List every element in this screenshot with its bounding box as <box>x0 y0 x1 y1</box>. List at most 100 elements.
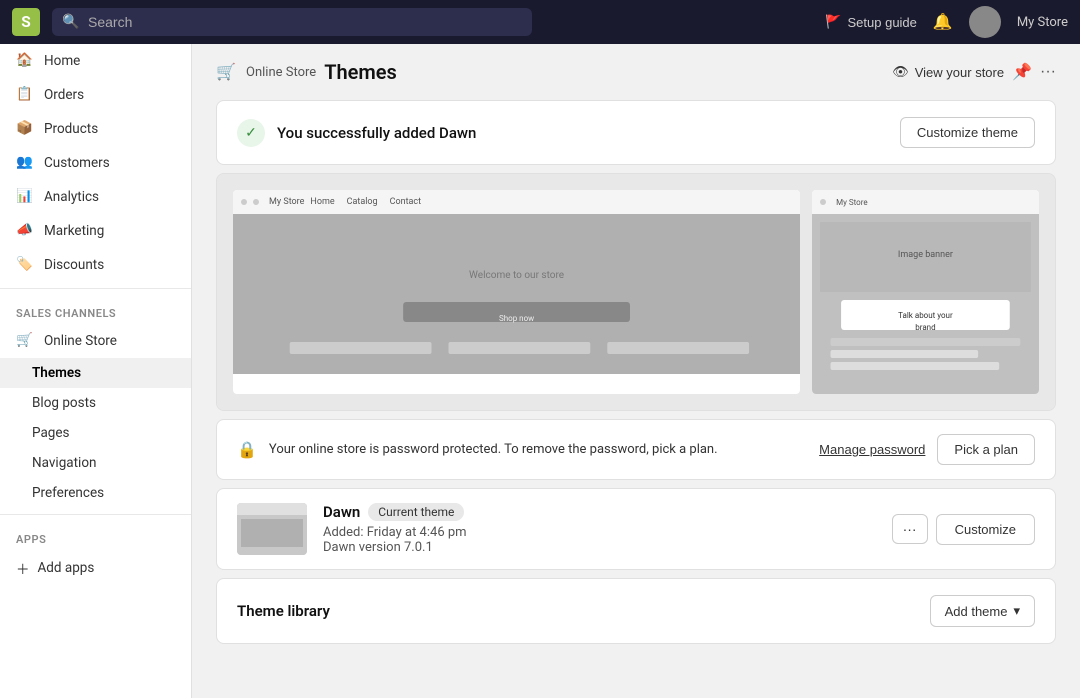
store-name: My Store <box>1017 15 1068 30</box>
dropdown-icon: ▾ <box>1013 603 1020 619</box>
orders-icon: 📋 <box>16 86 34 104</box>
customers-icon: 👥 <box>16 154 34 172</box>
sidebar-item-label-themes: Themes <box>32 365 81 381</box>
sidebar-item-online-store[interactable]: 🛒 Online Store <box>0 324 191 358</box>
lock-icon: 🔒 <box>237 440 257 459</box>
success-banner: ✓ You successfully added Dawn Customize … <box>216 100 1056 165</box>
sidebar-item-label-pages: Pages <box>32 425 70 441</box>
dawn-more-options-button[interactable]: ··· <box>892 514 928 544</box>
sidebar-item-navigation[interactable]: Navigation <box>0 448 191 478</box>
main-content: 🛒 Online Store Themes 👁 View your store … <box>192 44 1080 698</box>
add-theme-button[interactable]: Add theme ▾ <box>930 595 1035 627</box>
sidebar-item-blog-posts[interactable]: Blog posts <box>0 388 191 418</box>
sidebar-divider <box>0 288 191 289</box>
manage-password-button[interactable]: Manage password <box>819 442 925 457</box>
setup-guide-button[interactable]: 🚩 Setup guide <box>825 14 917 30</box>
sidebar-item-preferences[interactable]: Preferences <box>0 478 191 508</box>
content-header-left: 🛒 Online Store <box>216 62 316 82</box>
analytics-icon: 📊 <box>16 188 34 206</box>
mobile-store-name: My Store <box>836 198 867 207</box>
preview-dot-1 <box>241 199 247 205</box>
preview-dot-2 <box>253 199 259 205</box>
svg-text:brand: brand <box>915 323 935 332</box>
dawn-theme-info: Dawn Current theme Added: Friday at 4:46… <box>323 503 876 555</box>
pin-button[interactable]: 📌 <box>1012 62 1032 82</box>
sidebar-item-orders[interactable]: 📋 Orders <box>0 78 191 112</box>
dawn-version-text: Dawn version 7.0.1 <box>323 540 876 555</box>
nav-contact: Contact <box>390 197 421 207</box>
sidebar-item-pages[interactable]: Pages <box>0 418 191 448</box>
desktop-preview-image: Welcome to our store Shop now <box>233 214 800 374</box>
more-options-button[interactable]: ··· <box>1040 63 1056 81</box>
setup-guide-label: Setup guide <box>848 15 917 30</box>
dawn-thumbnail-image <box>237 503 307 555</box>
topbar: S 🔍 🚩 Setup guide 🔔 My Store <box>0 0 1080 44</box>
sidebar-item-label-navigation: Navigation <box>32 455 96 471</box>
apps-header: Apps <box>0 521 191 550</box>
preview-area: My Store Home Catalog Contact Welcome to… <box>217 174 1055 410</box>
theme-library-section: Theme library Add theme ▾ <box>216 578 1056 644</box>
plus-icon: ＋ <box>16 558 30 578</box>
sidebar-item-themes[interactable]: Themes <box>0 358 191 388</box>
svg-text:Image banner: Image banner <box>898 250 953 260</box>
discounts-icon: 🏷️ <box>16 256 34 274</box>
topbar-right: 🚩 Setup guide 🔔 My Store <box>825 6 1068 38</box>
search-bar[interactable]: 🔍 <box>52 8 532 36</box>
success-left: ✓ You successfully added Dawn <box>237 119 476 147</box>
mobile-preview-topbar: My Store <box>812 190 1039 214</box>
dawn-theme-actions: ··· Customize <box>892 514 1035 545</box>
mobile-content-area: Image banner Talk about your brand <box>812 214 1039 394</box>
dawn-thumbnail <box>237 503 307 555</box>
sidebar-item-label-discounts: Discounts <box>44 257 104 273</box>
dawn-customize-button[interactable]: Customize <box>936 514 1035 545</box>
sidebar-item-label-analytics: Analytics <box>44 189 99 205</box>
success-check-icon: ✓ <box>237 119 265 147</box>
view-store-label: View your store <box>915 65 1004 80</box>
sales-channels-header: Sales channels <box>0 295 191 324</box>
sidebar-item-discounts[interactable]: 🏷️ Discounts <box>0 248 191 282</box>
sidebar-item-label-online-store: Online Store <box>44 333 117 349</box>
customize-theme-button[interactable]: Customize theme <box>900 117 1035 148</box>
add-apps-label: Add apps <box>38 560 95 576</box>
desktop-preview: My Store Home Catalog Contact Welcome to… <box>233 190 800 394</box>
dawn-theme-name: Dawn <box>323 503 360 521</box>
svg-text:Shop now: Shop now <box>499 314 534 323</box>
theme-preview-card: My Store Home Catalog Contact Welcome to… <box>216 173 1056 411</box>
sidebar-item-label-customers: Customers <box>44 155 110 171</box>
dawn-name-row: Dawn Current theme <box>323 503 876 521</box>
sidebar-item-home[interactable]: 🏠 Home <box>0 44 191 78</box>
preview-topbar: My Store Home Catalog Contact <box>233 190 800 214</box>
online-store-breadcrumb-icon: 🛒 <box>216 62 236 82</box>
home-icon: 🏠 <box>16 52 34 70</box>
add-apps-button[interactable]: ＋ Add apps <box>0 550 191 586</box>
notifications-button[interactable]: 🔔 <box>933 12 953 32</box>
flag-icon: 🚩 <box>825 14 841 30</box>
sidebar-divider-2 <box>0 514 191 515</box>
marketing-icon: 📣 <box>16 222 34 240</box>
svg-text:Talk about your: Talk about your <box>898 311 953 320</box>
sidebar-item-label-home: Home <box>44 53 80 69</box>
content-header: 🛒 Online Store Themes 👁 View your store … <box>192 44 1080 92</box>
sidebar-item-analytics[interactable]: 📊 Analytics <box>0 180 191 214</box>
pick-plan-button[interactable]: Pick a plan <box>937 434 1035 465</box>
sidebar-item-label-preferences: Preferences <box>32 485 104 501</box>
sidebar-item-label-products: Products <box>44 121 98 137</box>
search-input[interactable] <box>52 8 532 36</box>
mobile-dot-1 <box>820 199 826 205</box>
shopify-logo-icon: S <box>12 8 40 36</box>
logo: S <box>12 8 40 36</box>
bell-icon: 🔔 <box>933 14 953 31</box>
view-store-button[interactable]: 👁 View your store <box>892 64 1004 80</box>
avatar <box>969 6 1001 38</box>
sidebar-item-products[interactable]: 📦 Products <box>0 112 191 146</box>
sidebar-item-marketing[interactable]: 📣 Marketing <box>0 214 191 248</box>
password-warning-banner: 🔒 Your online store is password protecte… <box>216 419 1056 480</box>
sidebar-item-customers[interactable]: 👥 Customers <box>0 146 191 180</box>
theme-library-title: Theme library <box>237 602 330 620</box>
password-warning-text: Your online store is password protected.… <box>269 442 807 457</box>
preview-store-name: My Store <box>269 197 304 207</box>
add-theme-label: Add theme <box>945 604 1008 619</box>
header-actions: 👁 View your store 📌 ··· <box>892 62 1056 82</box>
dawn-added-text: Added: Friday at 4:46 pm <box>323 525 876 540</box>
more-icon: ··· <box>1040 63 1056 80</box>
